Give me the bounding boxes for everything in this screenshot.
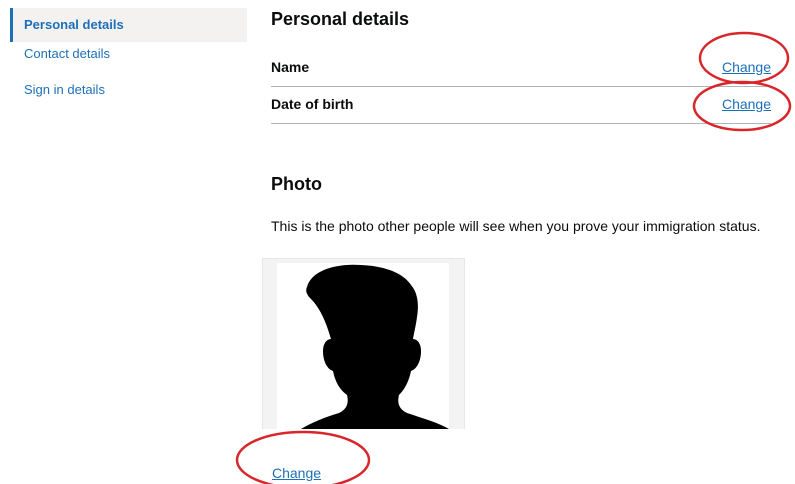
photo-heading: Photo: [271, 174, 322, 194]
change-photo-link[interactable]: Change: [272, 465, 321, 481]
account-page: Personal details Contact details Sign in…: [0, 0, 795, 484]
summary-row-date-of-birth: Date of birth Change: [271, 87, 771, 124]
summary-row-name: Name Change: [271, 50, 771, 87]
change-name-link[interactable]: Change: [722, 59, 771, 75]
profile-photo: [277, 263, 449, 429]
sidebar-item-contact-details[interactable]: Contact details: [10, 42, 247, 78]
date-of-birth-label: Date of birth: [271, 96, 354, 112]
change-date-of-birth-link[interactable]: Change: [722, 96, 771, 112]
person-silhouette-icon: [301, 264, 449, 429]
name-label: Name: [271, 59, 310, 75]
personal-details-heading: Personal details: [271, 9, 410, 29]
photo-description: This is the photo other people will see …: [271, 218, 761, 234]
sidebar-item-sign-in-details[interactable]: Sign in details: [10, 78, 247, 114]
sidebar-item-personal-details[interactable]: Personal details: [10, 8, 247, 42]
photo-frame: [262, 258, 465, 429]
sidebar-nav: Personal details Contact details Sign in…: [10, 8, 247, 114]
